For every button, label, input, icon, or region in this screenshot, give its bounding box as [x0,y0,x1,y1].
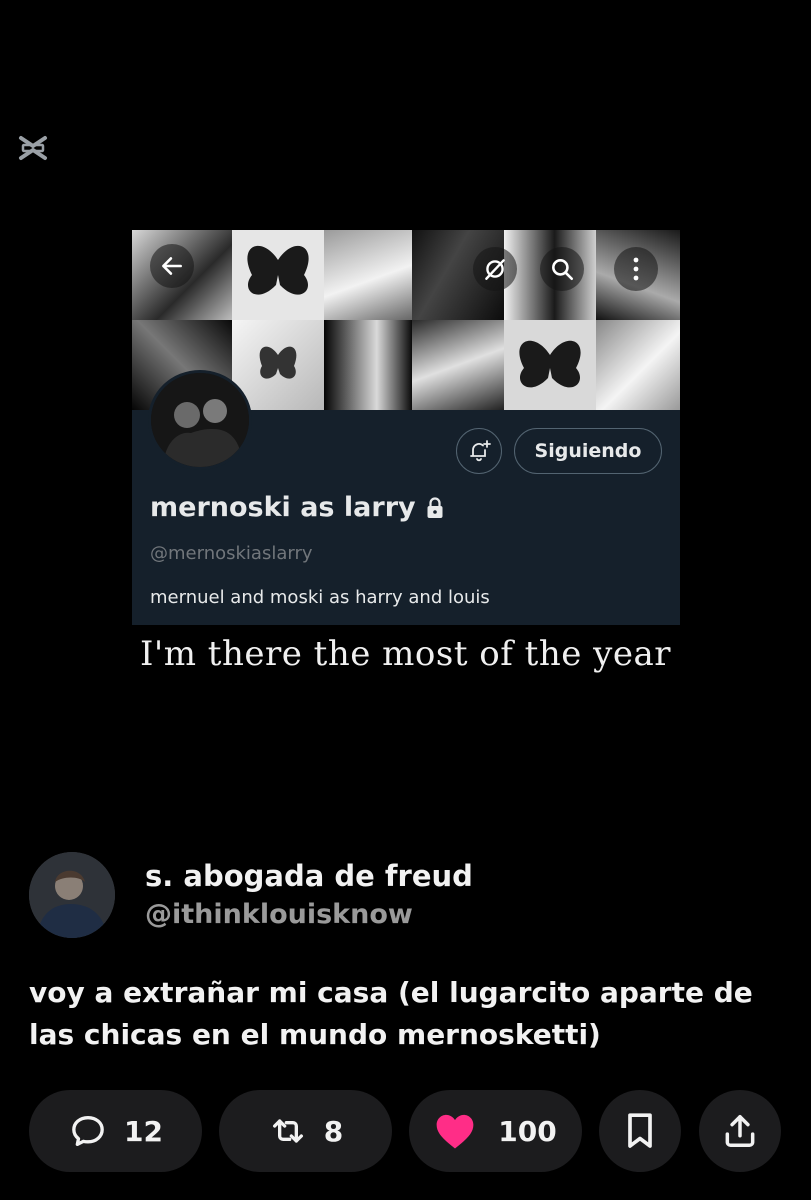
share-icon [721,1111,759,1151]
heart-icon [434,1111,476,1151]
arrow-left-icon [159,253,185,279]
capcut-logo-icon [18,135,48,161]
video-caption: I'm there the most of the year [139,634,671,674]
search-button[interactable] [540,247,584,291]
grok-icon [482,256,508,282]
banner-photo [412,320,504,410]
post-text: voy a extrañar mi casa (el lugarcito apa… [29,976,753,1051]
author-avatar[interactable] [29,852,115,938]
profile-display-name-text: mernoski as larry [150,492,416,523]
banner-photo [596,320,680,410]
share-button[interactable] [699,1090,781,1172]
profile-bio: mernuel and moski as harry and louis [150,587,490,608]
like-count: 100 [498,1114,557,1148]
banner-photo-butterfly [504,320,596,410]
search-icon [549,256,575,282]
profile-handle: @mernoskiaslarry [150,543,313,564]
bookmark-icon [622,1111,658,1151]
grok-button[interactable] [473,247,517,291]
more-vertical-icon [631,256,641,282]
lock-icon [426,496,444,519]
comment-icon [68,1111,108,1151]
banner-photo [324,320,412,410]
reply-button[interactable]: 12 [29,1090,202,1172]
profile-display-name: mernoski as larry [150,492,444,523]
back-button[interactable] [150,244,194,288]
more-button[interactable] [614,247,658,291]
following-button[interactable]: Siguiendo [514,428,662,474]
banner-photo [324,230,412,320]
repost-button[interactable]: 8 [219,1090,392,1172]
profile-avatar[interactable] [148,370,252,470]
bell-plus-icon [467,439,491,463]
author-handle[interactable]: @ithinklouisknow [145,899,413,930]
notifications-button[interactable] [456,428,502,474]
bookmark-button[interactable] [599,1090,681,1172]
like-button[interactable]: 100 [409,1090,582,1172]
reply-count: 12 [124,1114,163,1148]
repost-count: 8 [323,1114,344,1148]
repost-icon [268,1111,308,1151]
banner-photo-butterfly [232,230,324,320]
profile-screenshot: Siguiendo mernoski as larry @mernoskiasl… [132,230,680,625]
author-name[interactable]: s. abogada de freud [145,859,473,893]
